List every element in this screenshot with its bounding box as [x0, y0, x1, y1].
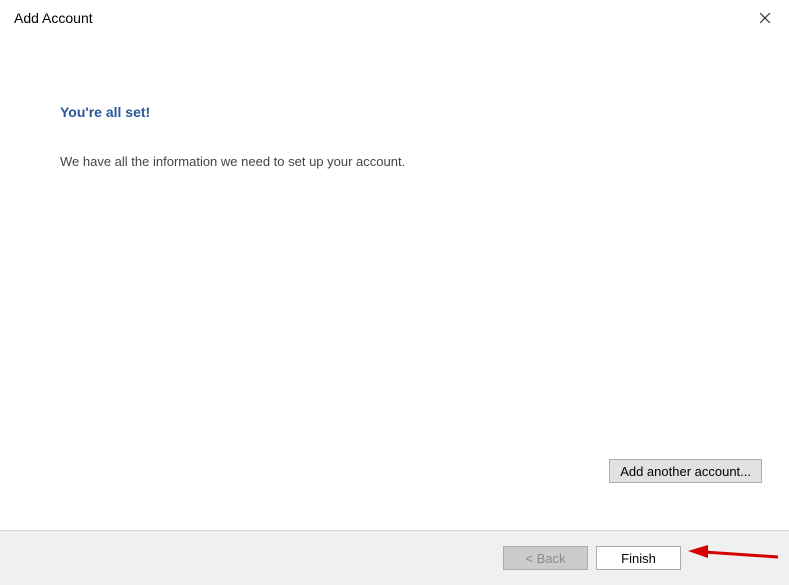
add-another-container: Add another account... [609, 459, 762, 483]
success-heading: You're all set! [60, 104, 729, 120]
success-message: We have all the information we need to s… [60, 154, 729, 169]
close-button[interactable] [755, 8, 775, 28]
finish-button[interactable]: Finish [596, 546, 681, 570]
titlebar: Add Account [0, 0, 789, 34]
content-area: You're all set! We have all the informat… [0, 34, 789, 189]
dialog-title: Add Account [14, 10, 93, 26]
back-button: < Back [503, 546, 588, 570]
close-icon [759, 12, 771, 24]
footer: < Back Finish [0, 530, 789, 585]
add-another-account-button[interactable]: Add another account... [609, 459, 762, 483]
